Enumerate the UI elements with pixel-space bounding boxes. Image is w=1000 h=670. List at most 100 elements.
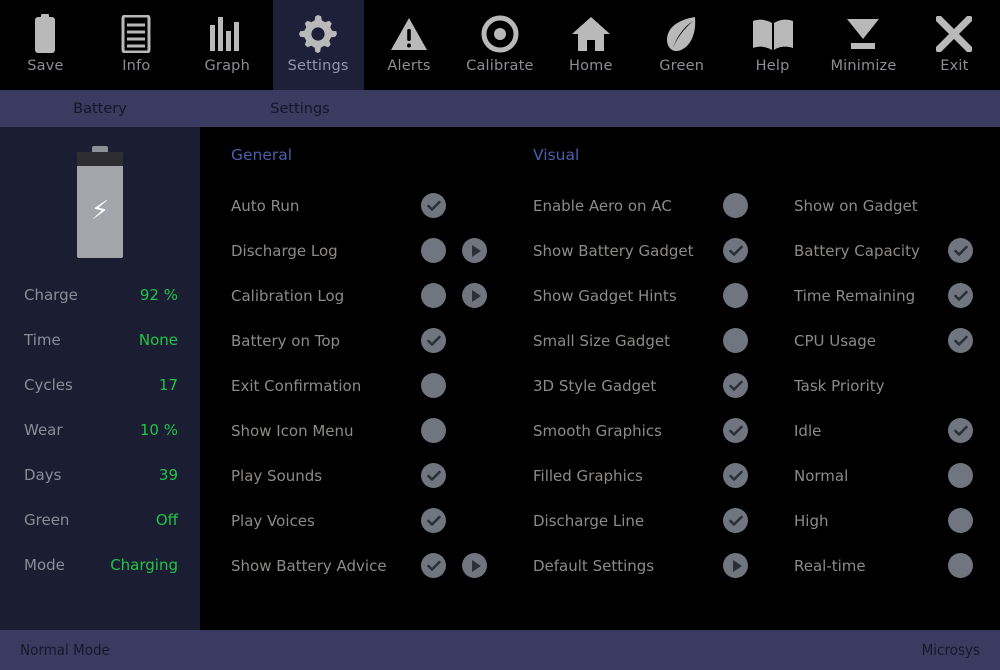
- option-label: Battery Capacity: [794, 242, 920, 260]
- toolbar-item-minimize[interactable]: Minimize: [818, 0, 909, 90]
- option-controls: [723, 238, 748, 263]
- option-controls: [421, 328, 446, 353]
- toolbar-item-save[interactable]: Save: [0, 0, 91, 90]
- stat-label: Cycles: [24, 376, 73, 394]
- column-heading-gadget: [794, 127, 1000, 183]
- play-button-default-settings[interactable]: [723, 553, 748, 578]
- checkbox-small-size-gadget[interactable]: [723, 328, 748, 353]
- document-icon: [114, 12, 158, 56]
- play-button-discharge-log[interactable]: [462, 238, 487, 263]
- battery-graphic: ⚡: [0, 127, 200, 262]
- option-label: Play Voices: [231, 512, 315, 530]
- checkbox-time-remaining[interactable]: [948, 283, 973, 308]
- option-controls: [948, 463, 973, 488]
- toolbar-item-alerts[interactable]: Alerts: [364, 0, 455, 90]
- play-button-show-battery-advice[interactable]: [462, 553, 487, 578]
- check-icon: [427, 560, 441, 572]
- toolbar-item-label: Minimize: [830, 59, 896, 74]
- option-row-show-gadget-hints: Show Gadget Hints: [533, 273, 793, 318]
- stat-label: Wear: [24, 421, 63, 439]
- play-icon: [472, 245, 481, 257]
- main-toolbar: SaveInfoGraphSettings Alerts CalibrateHome…: [0, 0, 1000, 90]
- toolbar-item-help[interactable]: Help: [727, 0, 818, 90]
- checkbox-enable-aero-on-ac[interactable]: [723, 193, 748, 218]
- column-heading-text: General: [231, 146, 292, 164]
- toolbar-item-graph[interactable]: Graph: [182, 0, 273, 90]
- option-label: Show Icon Menu: [231, 422, 354, 440]
- option-label: Enable Aero on AC: [533, 197, 672, 215]
- checkbox-play-sounds[interactable]: [421, 463, 446, 488]
- check-icon: [729, 515, 743, 527]
- stat-row-days: Days39: [0, 452, 200, 497]
- option-row-idle: Idle: [794, 408, 1000, 453]
- checkbox-show-battery-gadget[interactable]: [723, 238, 748, 263]
- option-row-battery-capacity: Battery Capacity: [794, 228, 1000, 273]
- play-icon: [472, 560, 481, 572]
- checkbox-smooth-graphics[interactable]: [723, 418, 748, 443]
- tab-settings[interactable]: Settings: [200, 90, 400, 127]
- checkbox-show-battery-advice[interactable]: [421, 553, 446, 578]
- status-left-text: Normal Mode: [20, 641, 110, 659]
- tab-battery[interactable]: Battery: [0, 90, 200, 127]
- option-label: Discharge Log: [231, 242, 338, 260]
- leaf-icon: [660, 12, 704, 56]
- option-label: High: [794, 512, 828, 530]
- toolbar-item-label: Alerts: [387, 59, 430, 74]
- lightning-bolt-icon: ⚡: [91, 198, 109, 224]
- option-controls: [421, 193, 446, 218]
- toolbar-item-settings[interactable]: Settings: [273, 0, 364, 90]
- option-label: Show on Gadget: [794, 197, 918, 215]
- checkbox-discharge-line[interactable]: [723, 508, 748, 533]
- option-label: Exit Confirmation: [231, 377, 361, 395]
- option-controls: [421, 373, 446, 398]
- checkbox-idle[interactable]: [948, 418, 973, 443]
- check-icon: [954, 335, 968, 347]
- option-label: Idle: [794, 422, 821, 440]
- checkbox-3d-style-gadget[interactable]: [723, 373, 748, 398]
- check-icon: [427, 515, 441, 527]
- checkbox-exit-confirmation[interactable]: [421, 373, 446, 398]
- checkbox-show-gadget-hints[interactable]: [723, 283, 748, 308]
- checkbox-discharge-log[interactable]: [421, 238, 446, 263]
- check-icon: [427, 335, 441, 347]
- toolbar-item-exit[interactable]: Exit: [909, 0, 1000, 90]
- toolbar-item-home[interactable]: Home: [545, 0, 636, 90]
- option-row-discharge-log: Discharge Log: [231, 228, 531, 273]
- checkbox-normal[interactable]: [948, 463, 973, 488]
- app-window: SaveInfoGraphSettings Alerts CalibrateHome…: [0, 0, 1000, 670]
- play-button-calibration-log[interactable]: [462, 283, 487, 308]
- checkbox-cpu-usage[interactable]: [948, 328, 973, 353]
- stat-row-mode: ModeCharging: [0, 542, 200, 587]
- checkbox-filled-graphics[interactable]: [723, 463, 748, 488]
- option-row-task-priority: Task Priority: [794, 363, 1000, 408]
- stat-value: 92 %: [140, 286, 178, 304]
- toolbar-item-calibrate[interactable]: Calibrate: [454, 0, 545, 90]
- toolbar-item-green[interactable]: Green: [636, 0, 727, 90]
- option-controls: [421, 508, 446, 533]
- stat-label: Days: [24, 466, 61, 484]
- option-label: Play Sounds: [231, 467, 322, 485]
- battery-sidebar: ⚡ Charge92 %TimeNoneCycles17Wear10 %Days…: [0, 127, 200, 630]
- stat-label: Mode: [24, 556, 65, 574]
- option-row-high: High: [794, 498, 1000, 543]
- option-row-play-voices: Play Voices: [231, 498, 531, 543]
- option-label: Discharge Line: [533, 512, 644, 530]
- stat-value: Off: [156, 511, 178, 529]
- checkbox-calibration-log[interactable]: [421, 283, 446, 308]
- option-label: Task Priority: [794, 377, 885, 395]
- toolbar-item-info[interactable]: Info: [91, 0, 182, 90]
- checkbox-show-icon-menu[interactable]: [421, 418, 446, 443]
- checkbox-play-voices[interactable]: [421, 508, 446, 533]
- checkbox-real-time[interactable]: [948, 553, 973, 578]
- stat-row-charge: Charge92 %: [0, 272, 200, 317]
- option-row-normal: Normal: [794, 453, 1000, 498]
- checkbox-auto-run[interactable]: [421, 193, 446, 218]
- checkbox-battery-on-top[interactable]: [421, 328, 446, 353]
- check-icon: [729, 470, 743, 482]
- option-controls: [723, 418, 748, 443]
- checkbox-battery-capacity[interactable]: [948, 238, 973, 263]
- option-row-3d-style-gadget: 3D Style Gadget: [533, 363, 793, 408]
- option-label: Show Gadget Hints: [533, 287, 677, 305]
- checkbox-high[interactable]: [948, 508, 973, 533]
- option-controls: [948, 283, 973, 308]
